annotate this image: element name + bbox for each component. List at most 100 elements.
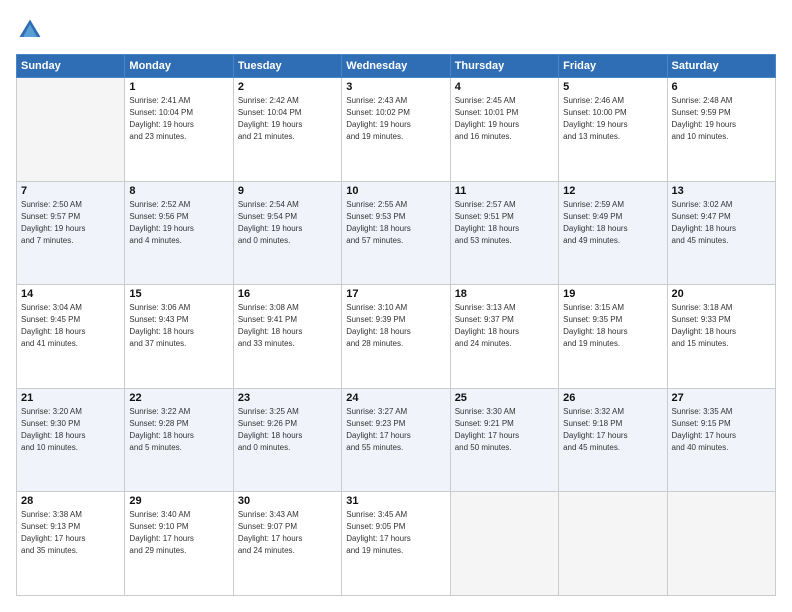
calendar-cell: 13 Sunrise: 3:02 AM Sunset: 9:47 PM Dayli… [667,181,775,285]
logo [16,16,48,44]
calendar-cell: 10 Sunrise: 2:55 AM Sunset: 9:53 PM Dayli… [342,181,450,285]
calendar-cell: 20 Sunrise: 3:18 AM Sunset: 9:33 PM Dayli… [667,285,775,389]
day-info: Sunrise: 3:45 AM Sunset: 9:05 PM Dayligh… [346,509,445,557]
day-info: Sunrise: 2:57 AM Sunset: 9:51 PM Dayligh… [455,199,554,247]
day-number: 16 [238,288,337,300]
day-info: Sunrise: 2:42 AM Sunset: 10:04 PM Daylig… [238,95,337,143]
calendar-cell: 3 Sunrise: 2:43 AM Sunset: 10:02 PM Dayli… [342,78,450,182]
calendar-cell: 18 Sunrise: 3:13 AM Sunset: 9:37 PM Dayli… [450,285,558,389]
day-number: 24 [346,392,445,404]
calendar-cell: 25 Sunrise: 3:30 AM Sunset: 9:21 PM Dayli… [450,388,558,492]
day-number: 26 [563,392,662,404]
day-info: Sunrise: 3:04 AM Sunset: 9:45 PM Dayligh… [21,302,120,350]
day-number: 25 [455,392,554,404]
day-info: Sunrise: 2:52 AM Sunset: 9:56 PM Dayligh… [129,199,228,247]
day-info: Sunrise: 3:38 AM Sunset: 9:13 PM Dayligh… [21,509,120,557]
day-number: 4 [455,81,554,93]
day-number: 3 [346,81,445,93]
day-info: Sunrise: 3:25 AM Sunset: 9:26 PM Dayligh… [238,406,337,454]
day-number: 9 [238,185,337,197]
day-number: 22 [129,392,228,404]
day-info: Sunrise: 3:02 AM Sunset: 9:47 PM Dayligh… [672,199,771,247]
weekday-header-friday: Friday [559,55,667,78]
day-info: Sunrise: 3:30 AM Sunset: 9:21 PM Dayligh… [455,406,554,454]
day-info: Sunrise: 3:32 AM Sunset: 9:18 PM Dayligh… [563,406,662,454]
day-number: 31 [346,495,445,507]
day-number: 5 [563,81,662,93]
day-number: 29 [129,495,228,507]
calendar-cell: 6 Sunrise: 2:48 AM Sunset: 9:59 PM Daylig… [667,78,775,182]
calendar-cell: 28 Sunrise: 3:38 AM Sunset: 9:13 PM Dayli… [17,492,125,596]
calendar-cell: 11 Sunrise: 2:57 AM Sunset: 9:51 PM Dayli… [450,181,558,285]
day-info: Sunrise: 2:46 AM Sunset: 10:00 PM Daylig… [563,95,662,143]
weekday-header-thursday: Thursday [450,55,558,78]
calendar-cell [17,78,125,182]
calendar-cell: 16 Sunrise: 3:08 AM Sunset: 9:41 PM Dayli… [233,285,341,389]
day-info: Sunrise: 2:43 AM Sunset: 10:02 PM Daylig… [346,95,445,143]
calendar-cell [667,492,775,596]
day-number: 23 [238,392,337,404]
day-info: Sunrise: 3:20 AM Sunset: 9:30 PM Dayligh… [21,406,120,454]
day-number: 12 [563,185,662,197]
day-info: Sunrise: 3:43 AM Sunset: 9:07 PM Dayligh… [238,509,337,557]
day-number: 21 [21,392,120,404]
calendar-cell: 21 Sunrise: 3:20 AM Sunset: 9:30 PM Dayli… [17,388,125,492]
day-number: 11 [455,185,554,197]
calendar-cell: 23 Sunrise: 3:25 AM Sunset: 9:26 PM Dayli… [233,388,341,492]
day-number: 2 [238,81,337,93]
day-info: Sunrise: 3:06 AM Sunset: 9:43 PM Dayligh… [129,302,228,350]
weekday-header-wednesday: Wednesday [342,55,450,78]
day-info: Sunrise: 2:45 AM Sunset: 10:01 PM Daylig… [455,95,554,143]
day-info: Sunrise: 2:55 AM Sunset: 9:53 PM Dayligh… [346,199,445,247]
calendar-cell: 9 Sunrise: 2:54 AM Sunset: 9:54 PM Daylig… [233,181,341,285]
day-info: Sunrise: 2:59 AM Sunset: 9:49 PM Dayligh… [563,199,662,247]
calendar-cell: 8 Sunrise: 2:52 AM Sunset: 9:56 PM Daylig… [125,181,233,285]
page: SundayMondayTuesdayWednesdayThursdayFrid… [0,0,792,612]
calendar-cell: 4 Sunrise: 2:45 AM Sunset: 10:01 PM Dayli… [450,78,558,182]
day-number: 18 [455,288,554,300]
day-info: Sunrise: 3:10 AM Sunset: 9:39 PM Dayligh… [346,302,445,350]
day-number: 7 [21,185,120,197]
calendar-cell: 14 Sunrise: 3:04 AM Sunset: 9:45 PM Dayli… [17,285,125,389]
calendar-cell: 26 Sunrise: 3:32 AM Sunset: 9:18 PM Dayli… [559,388,667,492]
calendar-cell: 17 Sunrise: 3:10 AM Sunset: 9:39 PM Dayli… [342,285,450,389]
weekday-header-saturday: Saturday [667,55,775,78]
day-number: 30 [238,495,337,507]
logo-icon [16,16,44,44]
day-number: 28 [21,495,120,507]
week-row-4: 21 Sunrise: 3:20 AM Sunset: 9:30 PM Dayli… [17,388,776,492]
header [16,16,776,44]
day-info: Sunrise: 3:27 AM Sunset: 9:23 PM Dayligh… [346,406,445,454]
calendar-cell: 1Sunrise: 2:41 AM Sunset: 10:04 PM Dayli… [125,78,233,182]
day-info: Sunrise: 2:54 AM Sunset: 9:54 PM Dayligh… [238,199,337,247]
day-number: 20 [672,288,771,300]
day-info: Sunrise: 3:40 AM Sunset: 9:10 PM Dayligh… [129,509,228,557]
day-number: 8 [129,185,228,197]
day-number: 17 [346,288,445,300]
day-number: 10 [346,185,445,197]
day-number: 6 [672,81,771,93]
day-info: Sunrise: 3:18 AM Sunset: 9:33 PM Dayligh… [672,302,771,350]
calendar-cell: 22Sunrise: 3:22 AM Sunset: 9:28 PM Dayli… [125,388,233,492]
calendar-cell: 27Sunrise: 3:35 AM Sunset: 9:15 PM Dayli… [667,388,775,492]
calendar-cell: 5 Sunrise: 2:46 AM Sunset: 10:00 PM Dayli… [559,78,667,182]
calendar-cell: 12 Sunrise: 2:59 AM Sunset: 9:49 PM Dayli… [559,181,667,285]
day-info: Sunrise: 2:50 AM Sunset: 9:57 PM Dayligh… [21,199,120,247]
calendar-cell: 31 Sunrise: 3:45 AM Sunset: 9:05 PM Dayli… [342,492,450,596]
week-row-5: 28 Sunrise: 3:38 AM Sunset: 9:13 PM Dayli… [17,492,776,596]
day-info: Sunrise: 3:08 AM Sunset: 9:41 PM Dayligh… [238,302,337,350]
day-number: 14 [21,288,120,300]
day-info: Sunrise: 3:13 AM Sunset: 9:37 PM Dayligh… [455,302,554,350]
calendar-cell: 29 Sunrise: 3:40 AM Sunset: 9:10 PM Dayli… [125,492,233,596]
week-row-2: 7 Sunrise: 2:50 AM Sunset: 9:57 PM Daylig… [17,181,776,285]
day-number: 19 [563,288,662,300]
day-info: Sunrise: 2:48 AM Sunset: 9:59 PM Dayligh… [672,95,771,143]
day-info: Sunrise: 3:35 AM Sunset: 9:15 PM Dayligh… [672,406,771,454]
calendar-table: SundayMondayTuesdayWednesdayThursdayFrid… [16,54,776,596]
day-number: 13 [672,185,771,197]
calendar-cell: 7 Sunrise: 2:50 AM Sunset: 9:57 PM Daylig… [17,181,125,285]
day-info: Sunrise: 3:15 AM Sunset: 9:35 PM Dayligh… [563,302,662,350]
weekday-header-monday: Monday [125,55,233,78]
weekday-header-row: SundayMondayTuesdayWednesdayThursdayFrid… [17,55,776,78]
calendar-cell: 30 Sunrise: 3:43 AM Sunset: 9:07 PM Dayli… [233,492,341,596]
